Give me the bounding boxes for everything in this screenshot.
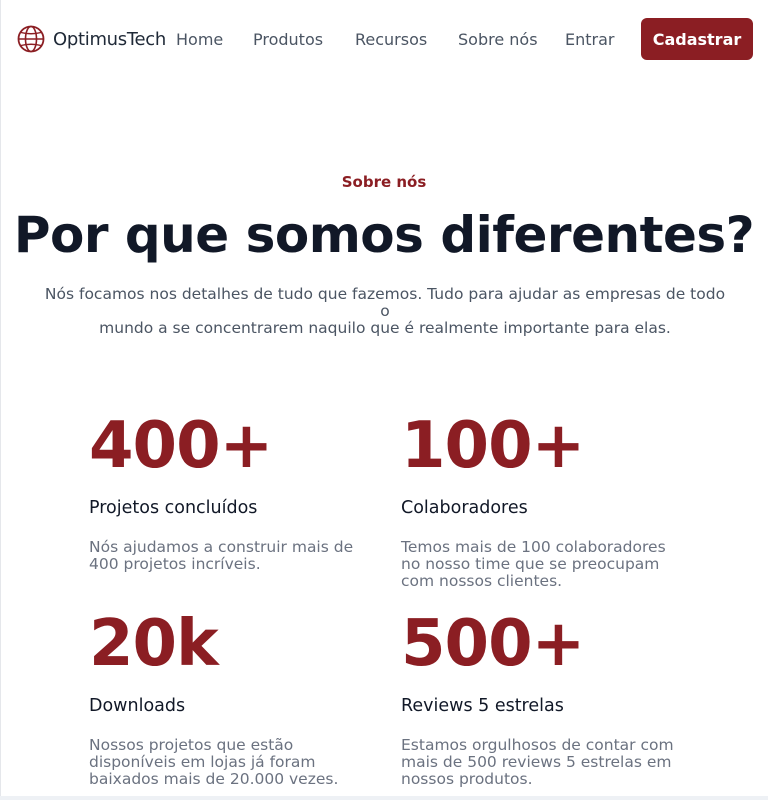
stat-value: 500+: [401, 607, 585, 681]
stat-card-collaborators: 100+ Colaboradores Temos mais de 100 col…: [401, 414, 681, 590]
stat-value: 400+: [89, 409, 273, 483]
stat-value: 20k: [89, 607, 219, 681]
stat-description-line: Nós ajudamos a construir mais de: [89, 538, 354, 556]
stat-description-line: Temos mais de 100 colaboradores: [401, 538, 666, 556]
nav-link-products[interactable]: Produtos: [253, 30, 323, 49]
stat-description: Estamos orgulhosos de contar com mais de…: [401, 737, 681, 788]
stat-label: Colaboradores: [401, 498, 528, 518]
stat-card-reviews: 500+ Reviews 5 estrelas Estamos orgulhos…: [401, 612, 681, 788]
nav-link-home[interactable]: Home: [176, 30, 223, 49]
stat-card-projects: 400+ Projetos concluídos Nós ajudamos a …: [89, 414, 369, 573]
description-line: mundo a se concentrarem naquilo que é re…: [99, 319, 671, 337]
stat-description-line: Estamos orgulhosos de contar com: [401, 736, 674, 754]
stat-description-line: 400 projetos incríveis.: [89, 555, 261, 573]
stat-description-line: nossos produtos.: [401, 770, 533, 788]
stat-description-line: com nossos clientes.: [401, 572, 563, 590]
stat-description: Nossos projetos que estão disponíveis em…: [89, 737, 369, 788]
stat-value: 100+: [401, 409, 585, 483]
page-left-border: [0, 0, 1, 800]
signup-button[interactable]: Cadastrar: [641, 18, 753, 60]
stat-label: Reviews 5 estrelas: [401, 696, 564, 716]
brand-name: OptimusTech: [53, 28, 166, 50]
stat-description-line: mais de 500 reviews 5 estrelas em: [401, 753, 672, 771]
page-title: Por que somos diferentes?: [13, 206, 755, 264]
section-eyebrow: Sobre nós: [341, 173, 427, 191]
stat-description-line: disponíveis em lojas já foram: [89, 753, 316, 771]
stat-description: Nós ajudamos a construir mais de 400 pro…: [89, 539, 369, 573]
top-navigation: OptimusTech Home Produtos Recursos Sobre…: [0, 18, 768, 60]
stat-description-line: no nosso time que se preocupam: [401, 555, 660, 573]
nav-link-login[interactable]: Entrar: [565, 30, 614, 49]
section-description: Nós focamos nos detalhes de tudo que faz…: [40, 286, 730, 337]
description-line: Nós focamos nos detalhes de tudo que faz…: [44, 285, 726, 320]
stat-description: Temos mais de 100 colaboradores no nosso…: [401, 539, 681, 590]
stat-label: Projetos concluídos: [89, 498, 258, 518]
nav-link-about[interactable]: Sobre nós: [458, 30, 538, 49]
globe-icon: [17, 25, 45, 53]
brand-logo[interactable]: OptimusTech: [16, 24, 166, 54]
stat-label: Downloads: [89, 696, 186, 716]
stat-description-line: baixados mais de 20.000 vezes.: [89, 770, 339, 788]
stat-card-downloads: 20k Downloads Nossos projetos que estão …: [89, 612, 369, 788]
page-bottom-edge: [0, 796, 768, 800]
nav-link-resources[interactable]: Recursos: [355, 30, 427, 49]
stat-description-line: Nossos projetos que estão: [89, 736, 294, 754]
